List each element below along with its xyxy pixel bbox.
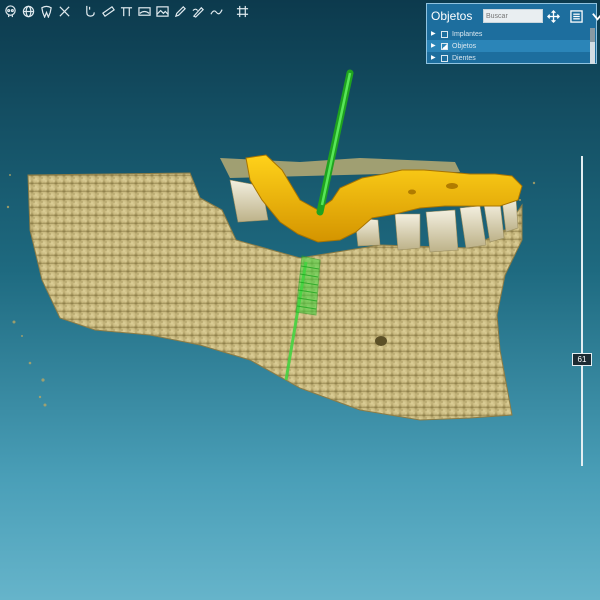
mental-foramen (375, 336, 387, 346)
objects-search-input[interactable] (483, 9, 543, 23)
move-icon[interactable] (547, 9, 560, 23)
objects-tree: ▶ Implantes ▶ Objetos ▶ Dientes (427, 28, 590, 64)
visibility-checkbox[interactable] (441, 30, 448, 38)
measure-icon[interactable] (118, 3, 134, 19)
tree-row-label: Objetos (452, 42, 477, 50)
tooth-icon[interactable] (38, 3, 54, 19)
objects-panel-header: Objetos (427, 4, 600, 28)
3d-viewport[interactable] (0, 0, 600, 600)
draw-icon[interactable] (190, 3, 206, 19)
panoramic-icon[interactable] (136, 3, 152, 19)
visibility-checkbox[interactable] (441, 54, 448, 62)
tree-row-objetos[interactable]: ▶ Objetos (427, 40, 590, 52)
expand-arrow-icon[interactable]: ▶ (431, 31, 437, 37)
slice-slider-track[interactable] (581, 156, 583, 466)
tree-row-dientes[interactable]: ▶ Dientes (427, 52, 590, 64)
close-icon[interactable] (56, 3, 72, 19)
toolbar-separator (226, 3, 232, 19)
tree-row-label: Implantes (452, 30, 483, 38)
image-icon[interactable] (154, 3, 170, 19)
curve-icon[interactable] (208, 3, 224, 19)
expand-arrow-icon[interactable]: ▶ (431, 55, 437, 61)
skull-icon[interactable] (2, 3, 18, 19)
tree-row-label: Dientes (452, 54, 476, 62)
ruler-icon[interactable] (100, 3, 116, 19)
toolbar (0, 0, 427, 22)
toolbar-separator (74, 3, 80, 19)
globe-icon[interactable] (20, 3, 36, 19)
objects-panel-title: Objetos (431, 9, 473, 23)
list-menu-icon[interactable] (570, 9, 583, 23)
chevron-down-icon[interactable] (591, 9, 600, 23)
slice-slider-value: 61 (577, 355, 587, 364)
slice-slider-handle[interactable]: 61 (572, 353, 592, 366)
pen-icon[interactable] (172, 3, 188, 19)
tree-row-implantes[interactable]: ▶ Implantes (427, 28, 590, 40)
nerve-icon[interactable] (82, 3, 98, 19)
visibility-checkbox[interactable] (441, 42, 448, 50)
objects-panel: Objetos ▶ Implantes ▶ Objetos ▶ Dientes (426, 3, 600, 64)
panel-scrollbar-thumb[interactable] (590, 28, 595, 42)
grid-icon[interactable] (234, 3, 250, 19)
expand-arrow-icon[interactable]: ▶ (431, 43, 437, 49)
